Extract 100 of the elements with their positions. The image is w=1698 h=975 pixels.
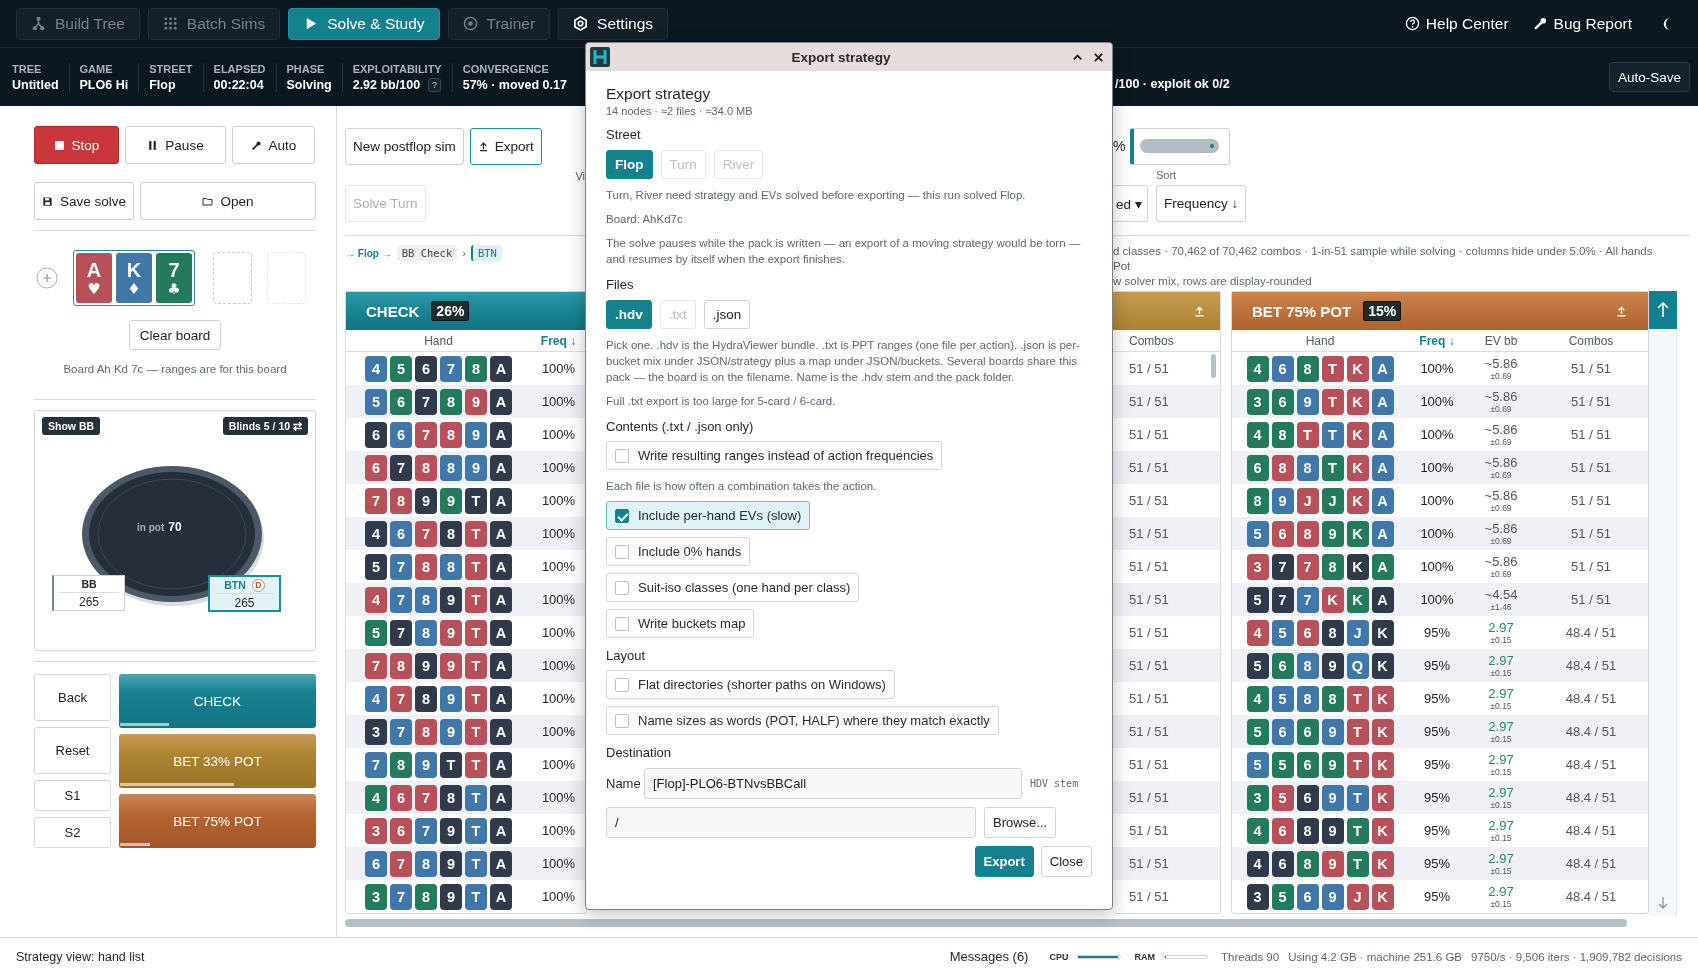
upload-icon[interactable] bbox=[1193, 304, 1206, 318]
help-badge[interactable]: ? bbox=[428, 77, 442, 92]
slider-control[interactable] bbox=[1130, 127, 1230, 165]
checkbox-option[interactable]: Write buckets map bbox=[606, 609, 755, 638]
card-chip: 8 bbox=[415, 553, 437, 580]
section-label: Files bbox=[606, 277, 634, 292]
board-card[interactable]: K ♦ bbox=[116, 253, 152, 303]
street-option[interactable]: Flop bbox=[606, 150, 653, 179]
show-bb-toggle[interactable]: Show BB bbox=[42, 417, 101, 435]
card-chip: 9 bbox=[465, 454, 487, 481]
close-button[interactable]: Close bbox=[1040, 846, 1092, 877]
blinds-badge[interactable]: Blinds 5 / 10 ⇄ bbox=[222, 417, 308, 435]
action-button[interactable]: BET 33% POT bbox=[119, 734, 316, 788]
column-header[interactable]: Combos bbox=[1536, 333, 1646, 348]
arrow-down-icon[interactable] bbox=[1656, 896, 1669, 910]
toolbar-button[interactable]: New postflop sim bbox=[345, 127, 464, 165]
name-field[interactable]: [Flop]-PLO6-BTNvsBBCall bbox=[644, 768, 1022, 799]
stop-button[interactable]: Stop bbox=[34, 126, 119, 164]
column-header[interactable]: Hand bbox=[1232, 333, 1408, 348]
checkbox[interactable] bbox=[615, 580, 629, 595]
checkbox[interactable] bbox=[615, 508, 629, 523]
card-chip: 3 bbox=[365, 718, 387, 745]
nav-tab[interactable]: Settings bbox=[558, 7, 669, 40]
wrench-icon bbox=[250, 139, 262, 151]
checkbox[interactable] bbox=[615, 677, 629, 692]
add-icon[interactable] bbox=[36, 267, 58, 289]
browse-button[interactable]: Browse... bbox=[984, 807, 1057, 838]
checkbox-option[interactable]: Write resulting ranges instead of action frequencies bbox=[606, 441, 943, 470]
clear-board-button[interactable]: Clear board bbox=[128, 320, 222, 350]
empty-card-slot[interactable] bbox=[213, 252, 252, 304]
bug-report-link[interactable]: Bug Report bbox=[1532, 14, 1632, 33]
checkbox-option[interactable]: Include per-hand EVs (slow) bbox=[606, 501, 811, 530]
ev-error: ±0.15 bbox=[1490, 833, 1512, 843]
table-cell-text: 48.4 / 51 bbox=[1564, 658, 1618, 673]
sort-label: Sort bbox=[1156, 169, 1178, 181]
action-button[interactable]: CHECK bbox=[119, 674, 316, 728]
checkbox[interactable] bbox=[615, 448, 629, 463]
column-header[interactable]: Hand bbox=[346, 333, 531, 348]
table-cell-text: 95% bbox=[1423, 691, 1451, 706]
sort-dropdown[interactable]: Frequency ↓ bbox=[1156, 185, 1247, 222]
column-header[interactable]: Freq ↓ bbox=[1408, 333, 1466, 348]
column-header[interactable]: Freq ↓ bbox=[531, 333, 586, 348]
messages-link[interactable]: Messages (6) bbox=[949, 949, 1029, 964]
table-cell-text: 100% bbox=[540, 526, 577, 541]
breadcrumb-step[interactable]: BB Check bbox=[396, 245, 458, 261]
auto-save-button[interactable]: Auto-Save bbox=[1608, 62, 1690, 92]
seat-box[interactable]: BB 265 bbox=[52, 575, 125, 611]
scrollbar-thumb[interactable] bbox=[1211, 354, 1216, 378]
horizontal-scrollbar[interactable] bbox=[345, 919, 1627, 927]
card-chip: 8 bbox=[390, 751, 412, 778]
checkbox[interactable] bbox=[615, 544, 629, 559]
close-icon[interactable] bbox=[1093, 51, 1104, 63]
breadcrumb-separator: › bbox=[462, 247, 466, 259]
save-button[interactable]: Save solve bbox=[34, 182, 134, 220]
help-center-link[interactable]: Help Center bbox=[1404, 14, 1509, 33]
filter-dropdown[interactable]: ed ▾ bbox=[1113, 185, 1148, 222]
board-card[interactable]: A ♥ bbox=[76, 253, 112, 303]
format-option[interactable]: .hdv bbox=[606, 300, 652, 329]
nav-button[interactable]: S2 bbox=[34, 817, 111, 848]
upload-icon[interactable] bbox=[1615, 304, 1628, 318]
card-chip: A bbox=[490, 718, 512, 745]
card-chip: 5 bbox=[1271, 751, 1294, 778]
card-chip: J bbox=[1296, 487, 1319, 514]
card-chip: 9 bbox=[1321, 883, 1344, 910]
stat-label: PHASE bbox=[286, 62, 326, 75]
nav-button[interactable]: S1 bbox=[34, 780, 111, 811]
card-chip: 8 bbox=[1296, 685, 1319, 712]
checkbox[interactable] bbox=[615, 713, 629, 728]
nav-tab[interactable]: Solve & Study bbox=[288, 7, 440, 40]
empty-card-slot[interactable] bbox=[267, 252, 306, 304]
nav-button[interactable]: Reset bbox=[34, 727, 111, 774]
ev-error: ±0.15 bbox=[1490, 800, 1512, 810]
path-field[interactable]: / bbox=[606, 807, 976, 838]
seat-stack: 265 bbox=[79, 595, 99, 609]
checkbox-option[interactable]: Flat directories (shorter paths on Windows) bbox=[606, 670, 895, 699]
action-button[interactable]: BET 75% POT bbox=[119, 794, 316, 848]
scroll-up-button[interactable] bbox=[1648, 291, 1677, 329]
checkbox[interactable] bbox=[615, 616, 629, 631]
table-cell-text: 48.4 / 51 bbox=[1564, 856, 1618, 871]
card-chip: 9 bbox=[1321, 784, 1344, 811]
breadcrumb-step[interactable]: BTN bbox=[470, 245, 502, 261]
export-button[interactable]: Export bbox=[974, 846, 1034, 877]
view-label: Vi bbox=[575, 170, 585, 184]
format-option[interactable]: .json bbox=[703, 300, 751, 329]
checkbox-option[interactable]: Include 0% hands bbox=[606, 537, 751, 566]
column-header[interactable]: Combos bbox=[1113, 333, 1213, 348]
collapse-icon[interactable] bbox=[1072, 51, 1083, 63]
card-chip: 6 bbox=[390, 421, 412, 448]
checkbox-option[interactable]: Suit-iso classes (one hand per class) bbox=[606, 573, 860, 602]
toolbar-button[interactable]: Export bbox=[469, 127, 542, 165]
auto-button[interactable]: Auto bbox=[232, 126, 315, 164]
pause-button[interactable]: Pause bbox=[125, 126, 226, 164]
open-button[interactable]: Open bbox=[140, 182, 316, 220]
breadcrumb-link[interactable]: → Flop → bbox=[345, 247, 392, 259]
column-header[interactable]: EV bb bbox=[1466, 333, 1536, 348]
checkbox-option[interactable]: Name sizes as words (POT, HALF) where they match exactly bbox=[606, 706, 999, 735]
seat-box[interactable]: BTN D 265 bbox=[208, 575, 281, 612]
card-chip: 5 bbox=[1271, 784, 1294, 811]
nav-button[interactable]: Back bbox=[34, 674, 111, 721]
board-card[interactable]: 7 ♣ bbox=[156, 253, 192, 303]
